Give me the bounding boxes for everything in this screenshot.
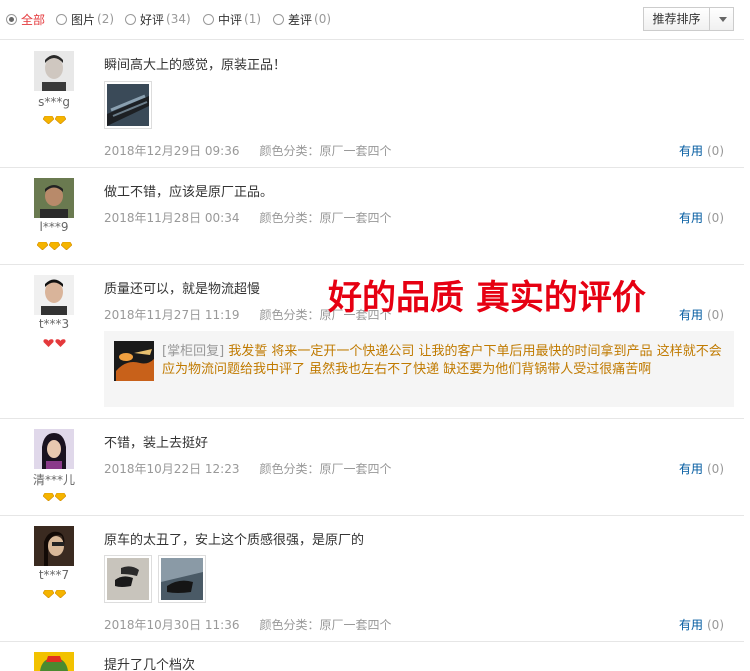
gold-gem-icon — [42, 590, 54, 598]
useful-label[interactable]: 有用 — [679, 211, 703, 225]
avatar — [34, 429, 74, 469]
review-photo[interactable] — [104, 81, 152, 129]
useful-button[interactable]: 有用 (0) — [679, 142, 724, 159]
user-level — [14, 339, 94, 347]
red-heart-icon — [54, 339, 66, 347]
review-meta: 2018年12月29日 09:36 颜色分类：原厂一套四个 — [104, 142, 392, 159]
review-date: 2018年12月29日 09:36 — [104, 144, 240, 158]
review-content: 质量还可以，就是物流超慢 — [104, 282, 261, 297]
chevron-down-icon[interactable] — [710, 8, 733, 30]
gold-gem-icon — [54, 493, 66, 501]
username: l***9 — [39, 220, 69, 234]
radio-icon[interactable] — [56, 13, 67, 25]
filter-count: (2) — [97, 12, 115, 26]
useful-label[interactable]: 有用 — [679, 144, 703, 158]
review-date: 2018年11月28日 00:34 — [104, 211, 240, 225]
review-meta: 2018年11月28日 00:34 颜色分类：原厂一套四个 — [104, 209, 392, 226]
useful-count: (0) — [707, 618, 724, 632]
filter-negative[interactable]: 差评 (0) — [273, 11, 331, 27]
useful-label[interactable]: 有用 — [679, 308, 703, 322]
gold-gem-icon — [60, 242, 72, 250]
review-photo[interactable] — [104, 555, 152, 603]
radio-icon[interactable] — [125, 13, 136, 25]
seller-reply: [掌柜回复] 我发誓 将来一定开一个快递公司 让我的客户下单后用最快的时间拿到产… — [104, 331, 734, 407]
username: t***7 — [38, 568, 70, 582]
review-content: 不错，装上去挺好 — [104, 436, 209, 451]
shop-logo — [114, 341, 154, 381]
avatar — [34, 275, 74, 315]
filter-positive[interactable]: 好评 (34) — [125, 11, 191, 27]
username: s***g — [38, 95, 70, 109]
user-level — [14, 242, 94, 250]
review-meta: 2018年10月22日 12:23 颜色分类：原厂一套四个 — [104, 460, 392, 477]
useful-button[interactable]: 有用 (0) — [679, 616, 724, 633]
useful-label[interactable]: 有用 — [679, 618, 703, 632]
gold-gem-icon — [54, 116, 66, 124]
filter-label: 中评 — [218, 12, 243, 27]
filter-count: (1) — [244, 12, 262, 26]
useful-count: (0) — [707, 211, 724, 225]
avatar — [34, 178, 74, 218]
filter-all[interactable]: 全部 — [6, 11, 45, 27]
radio-icon[interactable] — [6, 13, 17, 25]
review-content: 瞬间高大上的感觉，原装正品！ — [104, 58, 287, 73]
review-content: 提升了几个档次 — [104, 658, 196, 671]
filter-count: (34) — [166, 12, 191, 26]
useful-button[interactable]: 有用 (0) — [679, 209, 724, 226]
review-spec: 颜色分类：原厂一套四个 — [259, 144, 392, 158]
review-item: t***7 原车的太丑了，安上这个质感很强，是原厂的 2018年10月30日 1… — [0, 516, 744, 642]
avatar — [34, 526, 74, 566]
review-date: 2018年11月27日 11:19 — [104, 308, 240, 322]
gold-gem-icon — [48, 242, 60, 250]
filter-images[interactable]: 图片 (2) — [56, 11, 114, 27]
gold-gem-icon — [54, 590, 66, 598]
review-spec: 颜色分类：原厂一套四个 — [259, 618, 392, 632]
useful-button[interactable]: 有用 (0) — [679, 306, 724, 323]
review-filter-bar: 全部 图片 (2) 好评 (34) 中评 (1) 差评 (0) 推荐排序 — [0, 0, 744, 40]
filter-count: (0) — [314, 12, 332, 26]
review-item: 清***儿 不错，装上去挺好 2018年10月22日 12:23 颜色分类：原厂… — [0, 419, 744, 516]
gold-gem-icon — [42, 116, 54, 124]
avatar — [34, 51, 74, 91]
red-heart-icon — [42, 339, 54, 347]
avatar — [34, 652, 74, 671]
review-spec: 颜色分类：原厂一套四个 — [259, 462, 392, 476]
review-content: 原车的太丑了，安上这个质感很强，是原厂的 — [104, 533, 365, 548]
useful-count: (0) — [707, 308, 724, 322]
filter-label: 差评 — [288, 12, 313, 27]
username: t***3 — [38, 317, 70, 331]
radio-icon[interactable] — [203, 13, 214, 25]
reply-tag: [掌柜回复] — [162, 344, 225, 359]
review-item: l***9 做工不错，应该是原厂正品。 2018年11月28日 00:34 颜色… — [0, 168, 744, 265]
user-level — [14, 590, 94, 598]
useful-button[interactable]: 有用 (0) — [679, 460, 724, 477]
radio-icon[interactable] — [273, 13, 284, 25]
review-meta: 2018年10月30日 11:36 颜色分类：原厂一套四个 — [104, 616, 392, 633]
review-item: s***g 瞬间高大上的感觉，原装正品！ 2018年12月29日 09:36 颜… — [0, 41, 744, 168]
useful-label[interactable]: 有用 — [679, 462, 703, 476]
review-date: 2018年10月30日 11:36 — [104, 618, 240, 632]
user-level — [14, 493, 94, 501]
sort-dropdown[interactable]: 推荐排序 — [643, 7, 734, 31]
reply-body: 我发誓 将来一定开一个快递公司 让我的客户下单后用最快的时间拿到产品 这样就不会… — [162, 344, 722, 377]
gold-gem-icon — [36, 242, 48, 250]
review-date: 2018年10月22日 12:23 — [104, 462, 240, 476]
user-level — [14, 116, 94, 124]
review-content: 做工不错，应该是原厂正品。 — [104, 185, 274, 200]
review-spec: 颜色分类：原厂一套四个 — [259, 211, 392, 225]
overlay-slogan: 好的品质 真实的评价 — [328, 278, 646, 318]
review-item: 提升了几个档次 — [0, 642, 744, 671]
filter-label: 全部 — [21, 12, 46, 27]
filter-neutral[interactable]: 中评 (1) — [203, 11, 261, 27]
sort-label: 推荐排序 — [644, 8, 710, 30]
useful-count: (0) — [707, 144, 724, 158]
reply-text: [掌柜回复] 我发誓 将来一定开一个快递公司 让我的客户下单后用最快的时间拿到产… — [162, 343, 722, 379]
review-photo[interactable] — [158, 555, 206, 603]
gold-gem-icon — [42, 493, 54, 501]
filter-label: 好评 — [140, 12, 165, 27]
useful-count: (0) — [707, 462, 724, 476]
filter-label: 图片 — [71, 12, 96, 27]
username: 清***儿 — [32, 473, 75, 487]
